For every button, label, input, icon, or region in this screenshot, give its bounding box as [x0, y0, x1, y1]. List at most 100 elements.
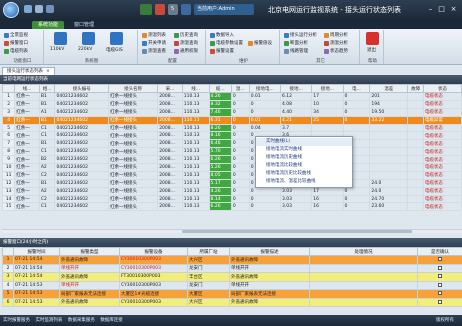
column-header[interactable]: 接地...	[311, 84, 344, 93]
column-header[interactable]: 接地电...	[248, 84, 282, 93]
temperature-analysis-button[interactable]: 测温分析	[324, 40, 348, 46]
panorama-button[interactable]: 全景监视	[4, 32, 28, 38]
substation-110-icon[interactable]	[54, 32, 67, 45]
confirm-checkbox[interactable]	[438, 274, 442, 278]
table-row[interactable]: 13 红余一 A2 04021234602 红余一线接头 2008... 110.13 4.2…	[1, 186, 462, 196]
tab-window-management[interactable]: 窗口管理	[68, 21, 100, 29]
110kv-button[interactable]: 110kV	[50, 47, 64, 52]
table-row[interactable]: 12 红余一 B1 04021234602 红余一线接头 2008... 110.13 5.1…	[1, 178, 462, 188]
alarm-value-button[interactable]: 报警值设	[248, 40, 272, 46]
temperature-query-button[interactable]: 测温查询	[174, 40, 198, 46]
confirm-checkbox[interactable]	[438, 299, 442, 304]
context-menu-item-realtime-curve[interactable]: 实时曲线(L)	[256, 138, 352, 146]
column-header[interactable]: 报警描述	[229, 247, 310, 256]
column-header[interactable]	[2, 247, 14, 256]
cycle-analysis-button[interactable]: 周期分析	[324, 32, 348, 38]
temperature-list-button[interactable]: 测温列表	[142, 32, 166, 38]
table-row[interactable]: 7 红余一 B1 04021234602 红余一线接头 2008... 110.13 6.46…	[1, 139, 462, 149]
confirm-cell[interactable]	[417, 297, 462, 307]
minimize-button[interactable]: –	[426, 5, 435, 14]
table-row[interactable]: 14 红余一 C2 04021234602 红余一线接头 2008... 110.13 8.1…	[1, 194, 462, 204]
confirm-cell[interactable]	[417, 280, 462, 290]
alarm-row[interactable]: 4 07-21 14:53 单线开开 CY30010300P003 龙安门 单线开开	[2, 280, 462, 290]
alarm-row[interactable]: 2 07-21 14:54 单线开开 CY30010300P003 龙安门 单线开开	[2, 263, 462, 273]
exit-icon[interactable]	[366, 32, 379, 45]
quick-refresh-icon[interactable]	[35, 5, 43, 13]
alarm-row[interactable]: 5 07-21 14:53 局部厂家报表无法连接 大厦区1#光缆连接 大厦区 局部厂家报表…	[2, 289, 462, 299]
column-header[interactable]	[1, 84, 16, 93]
confirm-cell[interactable]	[417, 263, 462, 273]
horizontal-scrollbar[interactable]	[2, 229, 462, 233]
column-header[interactable]: 接头编号	[54, 84, 110, 93]
context-menu-item-ground-current-history[interactable]: 接地电流历史曲线	[256, 154, 352, 162]
alarm-row[interactable]: 6 07-21 14:53 外盖通讯故障 CY30010300P003 大兴区 外盖通讯故…	[2, 297, 462, 307]
column-header[interactable]: 采...	[157, 84, 183, 93]
alarm-row[interactable]: 3 07-21 14:54 外盖通讯故障 FT30010300P003 丰台区 外盖通讯故…	[2, 272, 462, 282]
column-header[interactable]: 电...	[342, 84, 371, 93]
scrollbar-thumb[interactable]	[182, 230, 412, 233]
context-menu-item-ground-current-realtime[interactable]: 接地电流实时曲线	[256, 146, 352, 154]
220kv-button[interactable]: 220kV	[78, 47, 92, 52]
confirm-checkbox[interactable]	[438, 282, 442, 287]
quick-settings-icon[interactable]	[46, 5, 54, 13]
table-row[interactable]: 8 红余一 C1 04021234602 红余一线接头 2008... 110.13 5.70…	[1, 147, 462, 157]
table-row[interactable]: 4 红余一 B1 04021234602 红余一线接头 2008... 110.13 6.31…	[1, 115, 462, 125]
permissions-button[interactable]: 通用权限	[174, 48, 198, 54]
section-analysis-button[interactable]: 断面分析	[284, 40, 308, 46]
context-menu-item-ground-current-compare[interactable]: 接地电流比较曲线	[256, 162, 352, 170]
column-header[interactable]: 线...	[181, 84, 210, 93]
table-row[interactable]: 1 红余一 B1 04021234602 红余一线接头 2008... 110.13 4.26…	[1, 92, 462, 101]
close-button[interactable]: ×	[449, 5, 458, 14]
document-tab[interactable]: 接头运行状态列表 ×	[2, 67, 55, 75]
substation-220-icon[interactable]	[82, 32, 95, 45]
column-header[interactable]: 相...	[38, 84, 56, 93]
switch-request-button[interactable]: 开关申请	[142, 40, 166, 46]
column-header[interactable]: 温差	[369, 84, 409, 93]
confirm-cell[interactable]	[417, 255, 462, 265]
column-header[interactable]: 线...	[14, 84, 40, 93]
tab-system-functions[interactable]: 系统功能	[32, 21, 65, 29]
cable-parameter-button[interactable]: 电缆参数设置	[210, 40, 243, 46]
column-header[interactable]: 是否确认	[417, 247, 462, 256]
cable-gis-icon[interactable]	[110, 32, 123, 45]
temperature-view-button[interactable]: 测温查看	[142, 48, 166, 54]
table-row[interactable]: 6 红余一 C1 04021234602 红余一线接头 2008... 110.13 8.16…	[1, 131, 462, 141]
cable-gis-button[interactable]: 电缆GIS	[106, 47, 123, 53]
exit-button[interactable]: 退出	[367, 47, 376, 53]
column-header[interactable]: 报警类型	[59, 247, 120, 256]
column-header[interactable]: 所属厂站	[187, 247, 230, 256]
column-header[interactable]: 故障	[407, 84, 424, 93]
joint-analysis-button[interactable]: 接头运行分析	[284, 32, 317, 38]
confirm-checkbox[interactable]	[438, 265, 442, 270]
context-menu-item-ground-current-history-compare[interactable]: 接地电流历史比较曲线	[256, 170, 352, 178]
context-menu-item-current-temp-compare[interactable]: 接地电流、温差比较曲线	[256, 178, 352, 186]
history-query-button[interactable]: 历史查询	[174, 32, 198, 38]
column-header[interactable]: 缆...	[208, 84, 232, 93]
table-row[interactable]: 11 红余一 C2 04021234602 红余一线接头 2008... 110.13 8.0…	[1, 170, 462, 180]
line-management-button[interactable]: 线路管理	[284, 48, 308, 54]
confirm-cell[interactable]	[417, 272, 462, 282]
confirm-checkbox[interactable]	[438, 291, 442, 295]
status-trend-button[interactable]: 状态趋势	[324, 48, 348, 54]
column-header[interactable]: 报警时间	[13, 247, 60, 256]
confirm-cell[interactable]	[417, 289, 462, 299]
column-header[interactable]: 报警设备	[119, 247, 188, 256]
column-header[interactable]: 温...	[230, 84, 250, 93]
alarm-settings-button[interactable]: 报警设置	[210, 48, 234, 54]
column-header[interactable]: 接地...	[279, 84, 313, 93]
table-row[interactable]: 10 红余一 A2 04021234602 红余一线接头 2008... 110.13 5.2…	[1, 163, 462, 172]
table-row[interactable]: 3 红余一 A1 04021234602 红余一线接头 2008... 110.13 7.46…	[1, 107, 462, 117]
quick-save-icon[interactable]	[24, 5, 32, 13]
confirm-checkbox[interactable]	[438, 257, 442, 261]
cable-list-button[interactable]: 电缆列表	[4, 48, 28, 54]
document-tab-close-icon[interactable]: ×	[46, 68, 50, 75]
table-row[interactable]: 5 红余一 C1 04021234602 红余一线接头 2008... 110.13 8.26…	[1, 123, 462, 133]
table-row[interactable]: 9 红余一 B2 04021234602 红余一线接头 2008... 110.13 6.26…	[1, 155, 462, 165]
table-row[interactable]: 15 红余一 C1 04021234602 红余一线接头 2008... 110.13 6.2…	[1, 202, 462, 212]
alarm-window-button[interactable]: 报警窗口	[4, 40, 28, 46]
column-header[interactable]: 处理情况	[309, 247, 418, 256]
alarm-row[interactable]: 1 07-21 14:54 外盖通讯故障 CY30010300P003 大兴区 外盖通讯故…	[2, 255, 462, 265]
column-header[interactable]: 接头名称	[108, 84, 159, 93]
column-header[interactable]: 状态	[422, 84, 462, 93]
table-row[interactable]: 2 红余一 B1 04021234602 红余一线接头 2008... 110.13 8.32…	[1, 99, 462, 109]
